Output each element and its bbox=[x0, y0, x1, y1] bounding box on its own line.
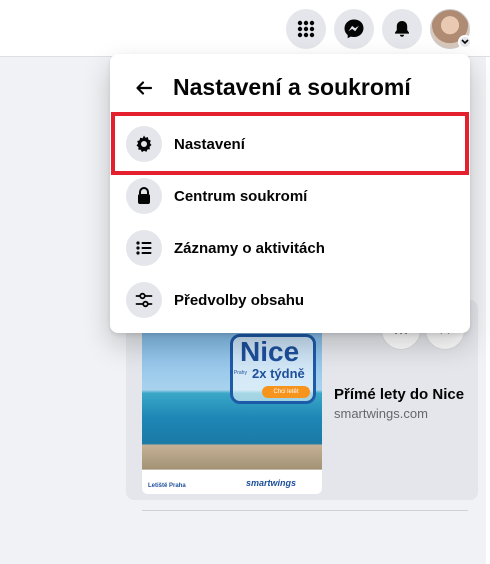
menu-item-label: Centrum soukromí bbox=[174, 187, 308, 205]
gear-icon bbox=[126, 126, 162, 162]
menu-item-activity-log[interactable]: Záznamy o aktivitách bbox=[118, 223, 462, 273]
messenger-button[interactable] bbox=[334, 9, 374, 49]
right-edge bbox=[486, 57, 490, 564]
account-caret[interactable] bbox=[458, 35, 472, 49]
sliders-icon bbox=[126, 282, 162, 318]
ad-domain: smartwings.com bbox=[334, 406, 428, 421]
menu-item-label: Nastavení bbox=[174, 135, 245, 153]
back-button[interactable] bbox=[126, 70, 162, 106]
menu-grid-button[interactable] bbox=[286, 9, 326, 49]
ad-image-from: z Prahy bbox=[230, 370, 247, 376]
menu-header: Nastavení a soukromí bbox=[110, 54, 470, 122]
menu-title: Nastavení a soukromí bbox=[173, 74, 411, 100]
ad-image-cta: Chci letět bbox=[262, 386, 310, 398]
menu-item-label: Záznamy o aktivitách bbox=[174, 239, 325, 257]
messenger-icon bbox=[344, 19, 364, 39]
menu-item-settings[interactable]: Nastavení bbox=[118, 119, 462, 169]
ad-title[interactable]: Přímé lety do Nice bbox=[334, 386, 464, 403]
ad-image[interactable]: Nice z Prahy 2x týdně Chci letět Letiště… bbox=[142, 326, 322, 494]
notifications-button[interactable] bbox=[382, 9, 422, 49]
smartwings-logo: smartwings bbox=[246, 478, 297, 488]
menu-item-content-preferences[interactable]: Předvolby obsahu bbox=[118, 275, 462, 325]
top-navigation-bar bbox=[0, 0, 490, 57]
divider bbox=[142, 510, 468, 511]
list-icon bbox=[126, 230, 162, 266]
bell-icon bbox=[395, 21, 409, 37]
arrow-left-icon bbox=[136, 81, 153, 95]
ad-image-frequency: 2x týdně bbox=[252, 366, 305, 381]
menu-item-privacy-center[interactable]: Centrum soukromí bbox=[118, 171, 462, 221]
airport-logo: Letiště Praha bbox=[148, 483, 186, 489]
menu-item-label: Předvolby obsahu bbox=[174, 291, 305, 309]
ad-image-headline: Nice bbox=[240, 336, 300, 367]
lock-icon bbox=[126, 178, 162, 214]
chevron-down-icon bbox=[461, 39, 469, 45]
grid-icon bbox=[297, 20, 315, 38]
settings-privacy-menu: Nastavení a soukromí Nastavení Centrum s… bbox=[110, 54, 470, 333]
